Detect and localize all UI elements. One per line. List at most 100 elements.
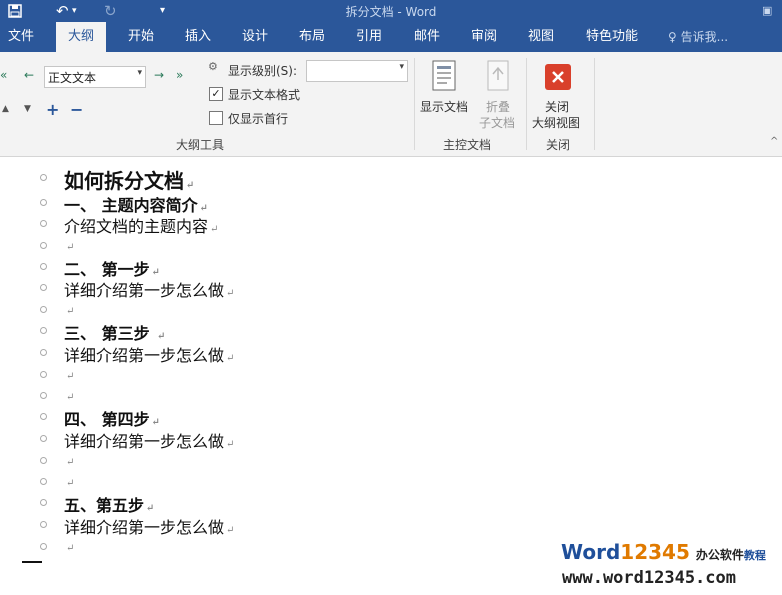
tab-design[interactable]: 设计 [240, 22, 270, 52]
outline-text: 详细介绍第一步怎么做 [64, 346, 225, 365]
close-outline-icon[interactable] [545, 64, 571, 94]
ribbon-display-icon[interactable]: ▣ [762, 0, 772, 22]
move-down-icon[interactable]: ▼ [24, 104, 31, 114]
tab-home[interactable]: 开始 [126, 22, 156, 52]
outline-bullet-icon [40, 521, 47, 528]
outline-bullet-icon [40, 263, 47, 270]
paragraph-mark-icon: ↵ [226, 525, 235, 536]
collapse-button-line2: 子文档 [479, 116, 516, 130]
tab-special-features[interactable]: 特色功能 [584, 22, 640, 52]
collapse-subdocuments-icon [486, 60, 510, 96]
watermark-cn2: 教程 [743, 549, 766, 562]
end-of-document-marker [22, 561, 42, 563]
outline-bullet-icon [40, 349, 47, 356]
collapse-button-line1: 折叠 [486, 100, 511, 114]
outline-tools-group-label: 大纲工具 [176, 138, 225, 152]
collapse-icon[interactable]: − [70, 100, 83, 119]
demote-icon[interactable]: → [154, 68, 164, 82]
paragraph-mark-icon: ↵ [66, 478, 75, 489]
paragraph-mark-icon: ↵ [151, 417, 160, 428]
outline-bullet-icon [40, 242, 47, 249]
outline-bullet-icon [40, 284, 47, 291]
tab-mailings[interactable]: 邮件 [412, 22, 442, 52]
show-first-line-checkbox[interactable] [209, 111, 223, 125]
tab-insert[interactable]: 插入 [183, 22, 213, 52]
lightbulb-icon: ♀ [668, 30, 677, 44]
show-text-format-checkbox[interactable]: ✓ [209, 87, 223, 101]
outline-text: 详细介绍第一步怎么做 [64, 518, 225, 537]
close-outline-line2[interactable]: 大纲视图 [532, 114, 580, 131]
outline-text: 详细介绍第一步怎么做 [64, 432, 225, 451]
outline-bullet-icon [40, 543, 47, 550]
paragraph-mark-icon: ↵ [146, 503, 155, 514]
tell-me-placeholder: 告诉我... [680, 30, 729, 44]
expand-icon[interactable]: + [46, 100, 59, 119]
paragraph-mark-icon: ↵ [226, 439, 235, 450]
paragraph-mark-icon: ↵ [226, 353, 235, 364]
tab-layout[interactable]: 布局 [297, 22, 327, 52]
outline-bullet-icon [40, 306, 47, 313]
title-bar: ↶ ▾ ↻ ▾ 拆分文档 - Word ▣ [0, 0, 782, 22]
outline-text: 详细介绍第一步怎么做 [64, 281, 225, 300]
show-document-icon[interactable] [431, 60, 459, 96]
paragraph-mark-icon: ↵ [66, 306, 75, 317]
outline-text: 三、 第三步 [64, 324, 156, 343]
paragraph-mark-icon: ↵ [226, 288, 235, 299]
watermark-number: 12345 [620, 540, 690, 564]
promote-icon[interactable]: ← [24, 68, 34, 82]
outline-bullet-icon [40, 478, 47, 485]
paragraph-mark-icon: ↵ [66, 392, 75, 403]
paragraph-mark-icon: ↵ [210, 224, 219, 235]
tab-view[interactable]: 视图 [526, 22, 556, 52]
group-divider [414, 58, 415, 150]
tab-review[interactable]: 审阅 [469, 22, 499, 52]
watermark-word: Word [561, 540, 621, 564]
tab-outline[interactable]: 大纲 [56, 22, 107, 52]
show-level-select[interactable]: ▾ [306, 60, 408, 82]
paragraph-mark-icon: ↵ [186, 180, 195, 191]
outline-text: 如何拆分文档 [64, 169, 184, 193]
show-level-icon: ⚙ [208, 60, 218, 73]
paragraph-mark-icon: ↵ [66, 242, 75, 253]
window-title: 拆分文档 - Word [345, 5, 437, 19]
outline-text: 介绍文档的主题内容 [64, 217, 209, 236]
group-divider [594, 58, 595, 150]
paragraph-mark-icon: ↵ [157, 331, 166, 342]
outline-level-value: 正文文本 [48, 71, 97, 85]
watermark-cn: 办公软件 [695, 548, 744, 562]
ribbon: « ← 正文文本 ▾ → » ▲ ▼ + − ⚙ 显示级别(S): ▾ ✓ 显示… [0, 52, 782, 157]
outline-bullet-icon [40, 499, 47, 506]
outline-bullet-icon [40, 435, 47, 442]
show-level-label: 显示级别(S): [228, 64, 298, 78]
ribbon-tabs: 文件 大纲 开始 插入 设计 布局 引用 邮件 审阅 视图 特色功能 ♀ 告诉我… [0, 22, 782, 52]
collapse-ribbon-icon[interactable]: ^ [770, 136, 778, 147]
outline-bullet-icon [40, 457, 47, 464]
show-first-line-label[interactable]: 仅显示首行 [228, 110, 288, 127]
chevron-down-icon: ▾ [137, 68, 142, 78]
chevron-down-icon: ▾ [399, 62, 404, 72]
outline-bullet-icon [40, 392, 47, 399]
paragraph-mark-icon: ↵ [66, 543, 75, 554]
paragraph-mark-icon: ↵ [66, 371, 75, 382]
tell-me-box[interactable]: ♀ 告诉我... [668, 22, 728, 52]
tab-file[interactable]: 文件 [6, 22, 36, 52]
show-document-button[interactable]: 显示文档 [420, 98, 468, 115]
document-area[interactable]: 如何拆分文档 ↵ 一、 主题内容简介 ↵ 介绍文档的主题内容 ↵ ↵ 二、 第一步 ↵ … [0, 157, 782, 595]
watermark-brand: Word12345 办公软件教程 [561, 540, 766, 564]
outline-text: 四、 第四步 [64, 410, 150, 429]
outline-bullet-icon [40, 327, 47, 334]
close-group-label: 关闭 [546, 138, 571, 152]
tab-references[interactable]: 引用 [354, 22, 384, 52]
show-text-format-label[interactable]: 显示文本格式 [228, 86, 300, 103]
outline-bullet-icon [40, 220, 47, 227]
outline-level-select[interactable]: 正文文本 ▾ [44, 66, 146, 88]
master-doc-group-label: 主控文档 [443, 138, 492, 152]
paragraph-mark-icon: ↵ [66, 457, 75, 468]
outline-bullet-icon [40, 371, 47, 378]
outline-bullet-icon [40, 199, 47, 206]
demote-to-body-icon[interactable]: » [176, 68, 183, 82]
close-outline-line1[interactable]: 关闭 [545, 98, 569, 115]
promote-to-heading1-icon[interactable]: « [0, 68, 7, 82]
move-up-icon[interactable]: ▲ [2, 104, 9, 114]
outline-text: 五、第五步 [64, 496, 145, 515]
